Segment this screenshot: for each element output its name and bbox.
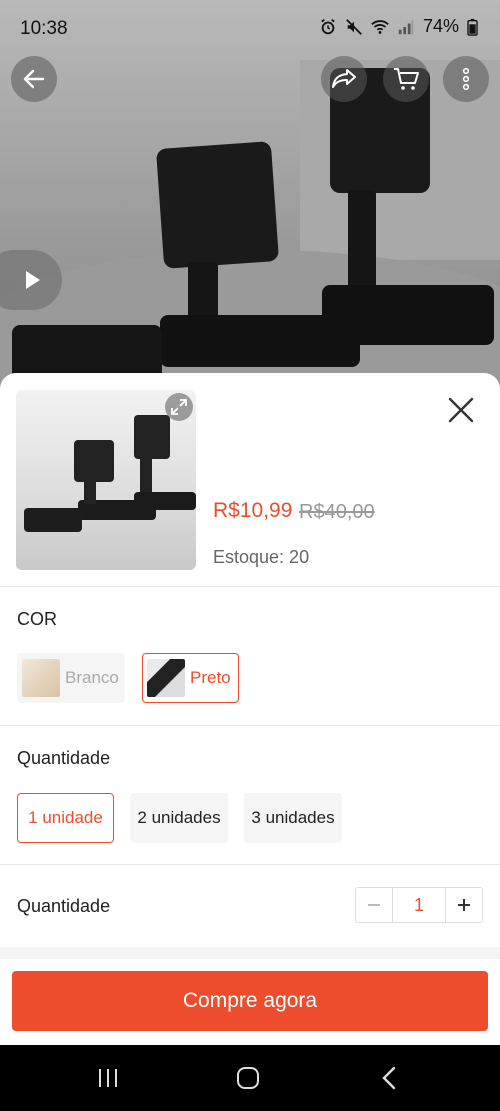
pack-option-1-unidade[interactable]: 1 unidade (17, 793, 114, 843)
close-icon[interactable] (446, 395, 476, 425)
alarm-icon (321, 18, 335, 34)
thumb-folded-stand (24, 508, 82, 532)
pack-option-2-unidades[interactable]: 2 unidades (130, 793, 228, 843)
divider (0, 725, 500, 726)
color-option-preto[interactable]: Preto (142, 653, 239, 703)
expand-image-button[interactable] (165, 393, 193, 421)
branco-swatch-image (22, 659, 60, 697)
color-option-label: Preto (190, 668, 231, 687)
product-thumbnail[interactable] (16, 390, 196, 570)
stand-2-arm (348, 190, 376, 290)
thumb-stand-1 (74, 440, 114, 482)
quantity-value[interactable]: 1 (392, 888, 446, 922)
back-button[interactable] (11, 56, 57, 102)
pack-option-label: 3 unidades (251, 808, 335, 827)
plus-icon (458, 899, 470, 911)
decrement-button[interactable] (356, 888, 392, 922)
wifi-icon (371, 19, 389, 34)
variant-selection-sheet: R$10,99 R$40,00 Estoque: 20 COR Branco P… (0, 373, 500, 1045)
color-section-title: COR (17, 609, 57, 629)
share-button[interactable] (321, 56, 367, 102)
original-price: R$40,00 (299, 501, 375, 523)
thumb-stand-2 (134, 415, 170, 459)
color-option-label: Branco (65, 668, 119, 687)
home-icon (237, 1067, 259, 1089)
recent-apps-icon (99, 1069, 117, 1087)
status-bar: 10:38 74% (0, 0, 500, 56)
play-icon (26, 271, 40, 289)
recent-apps-button[interactable] (93, 1063, 123, 1093)
folded-stand (12, 325, 162, 380)
status-time: 10:38 (20, 18, 68, 39)
stand-2-base (322, 285, 494, 345)
thumb-stand-2-base (134, 492, 196, 510)
stock-label: Estoque: 20 (213, 547, 310, 567)
home-button[interactable] (233, 1063, 263, 1093)
pack-option-label: 2 unidades (137, 808, 221, 827)
product-image-background (0, 0, 500, 390)
buy-now-button[interactable]: Compre agora (12, 971, 488, 1031)
thumb-stand-2-arm (140, 458, 152, 496)
cart-icon (394, 68, 419, 90)
back-chevron-icon (382, 1066, 396, 1090)
cart-button[interactable] (383, 56, 429, 102)
status-icons: 74% (319, 16, 478, 37)
battery-icon (467, 18, 478, 36)
color-option-branco[interactable]: Branco (17, 653, 125, 703)
quantity-stepper-title: Quantidade (17, 896, 111, 916)
divider (0, 864, 500, 865)
divider (0, 586, 500, 587)
system-nav-bar (0, 1045, 500, 1111)
mute-icon (346, 18, 362, 35)
pack-option-3-unidades[interactable]: 3 unidades (244, 793, 342, 843)
battery-percent: 74% (422, 16, 459, 36)
play-video-button[interactable] (0, 250, 62, 310)
expand-icon (171, 399, 187, 415)
back-arrow-icon (23, 69, 45, 89)
pack-option-label: 1 unidade (28, 808, 103, 827)
increment-button[interactable] (446, 888, 482, 922)
quantity-stepper: 1 (355, 887, 483, 923)
quantity-pack-title: Quantidade (17, 748, 111, 768)
current-price: R$10,99 (213, 499, 293, 522)
more-button[interactable] (443, 56, 489, 102)
signal-icon (398, 19, 414, 34)
preto-swatch-image (147, 659, 185, 697)
thumb-stand-1-arm (84, 480, 96, 504)
more-vertical-icon (462, 67, 470, 91)
share-icon (332, 69, 356, 88)
separator-band (0, 947, 500, 959)
stand-1-plate (155, 141, 280, 269)
stand-1-arm (188, 262, 218, 322)
back-nav-button[interactable] (374, 1063, 404, 1093)
minus-icon (368, 904, 380, 906)
